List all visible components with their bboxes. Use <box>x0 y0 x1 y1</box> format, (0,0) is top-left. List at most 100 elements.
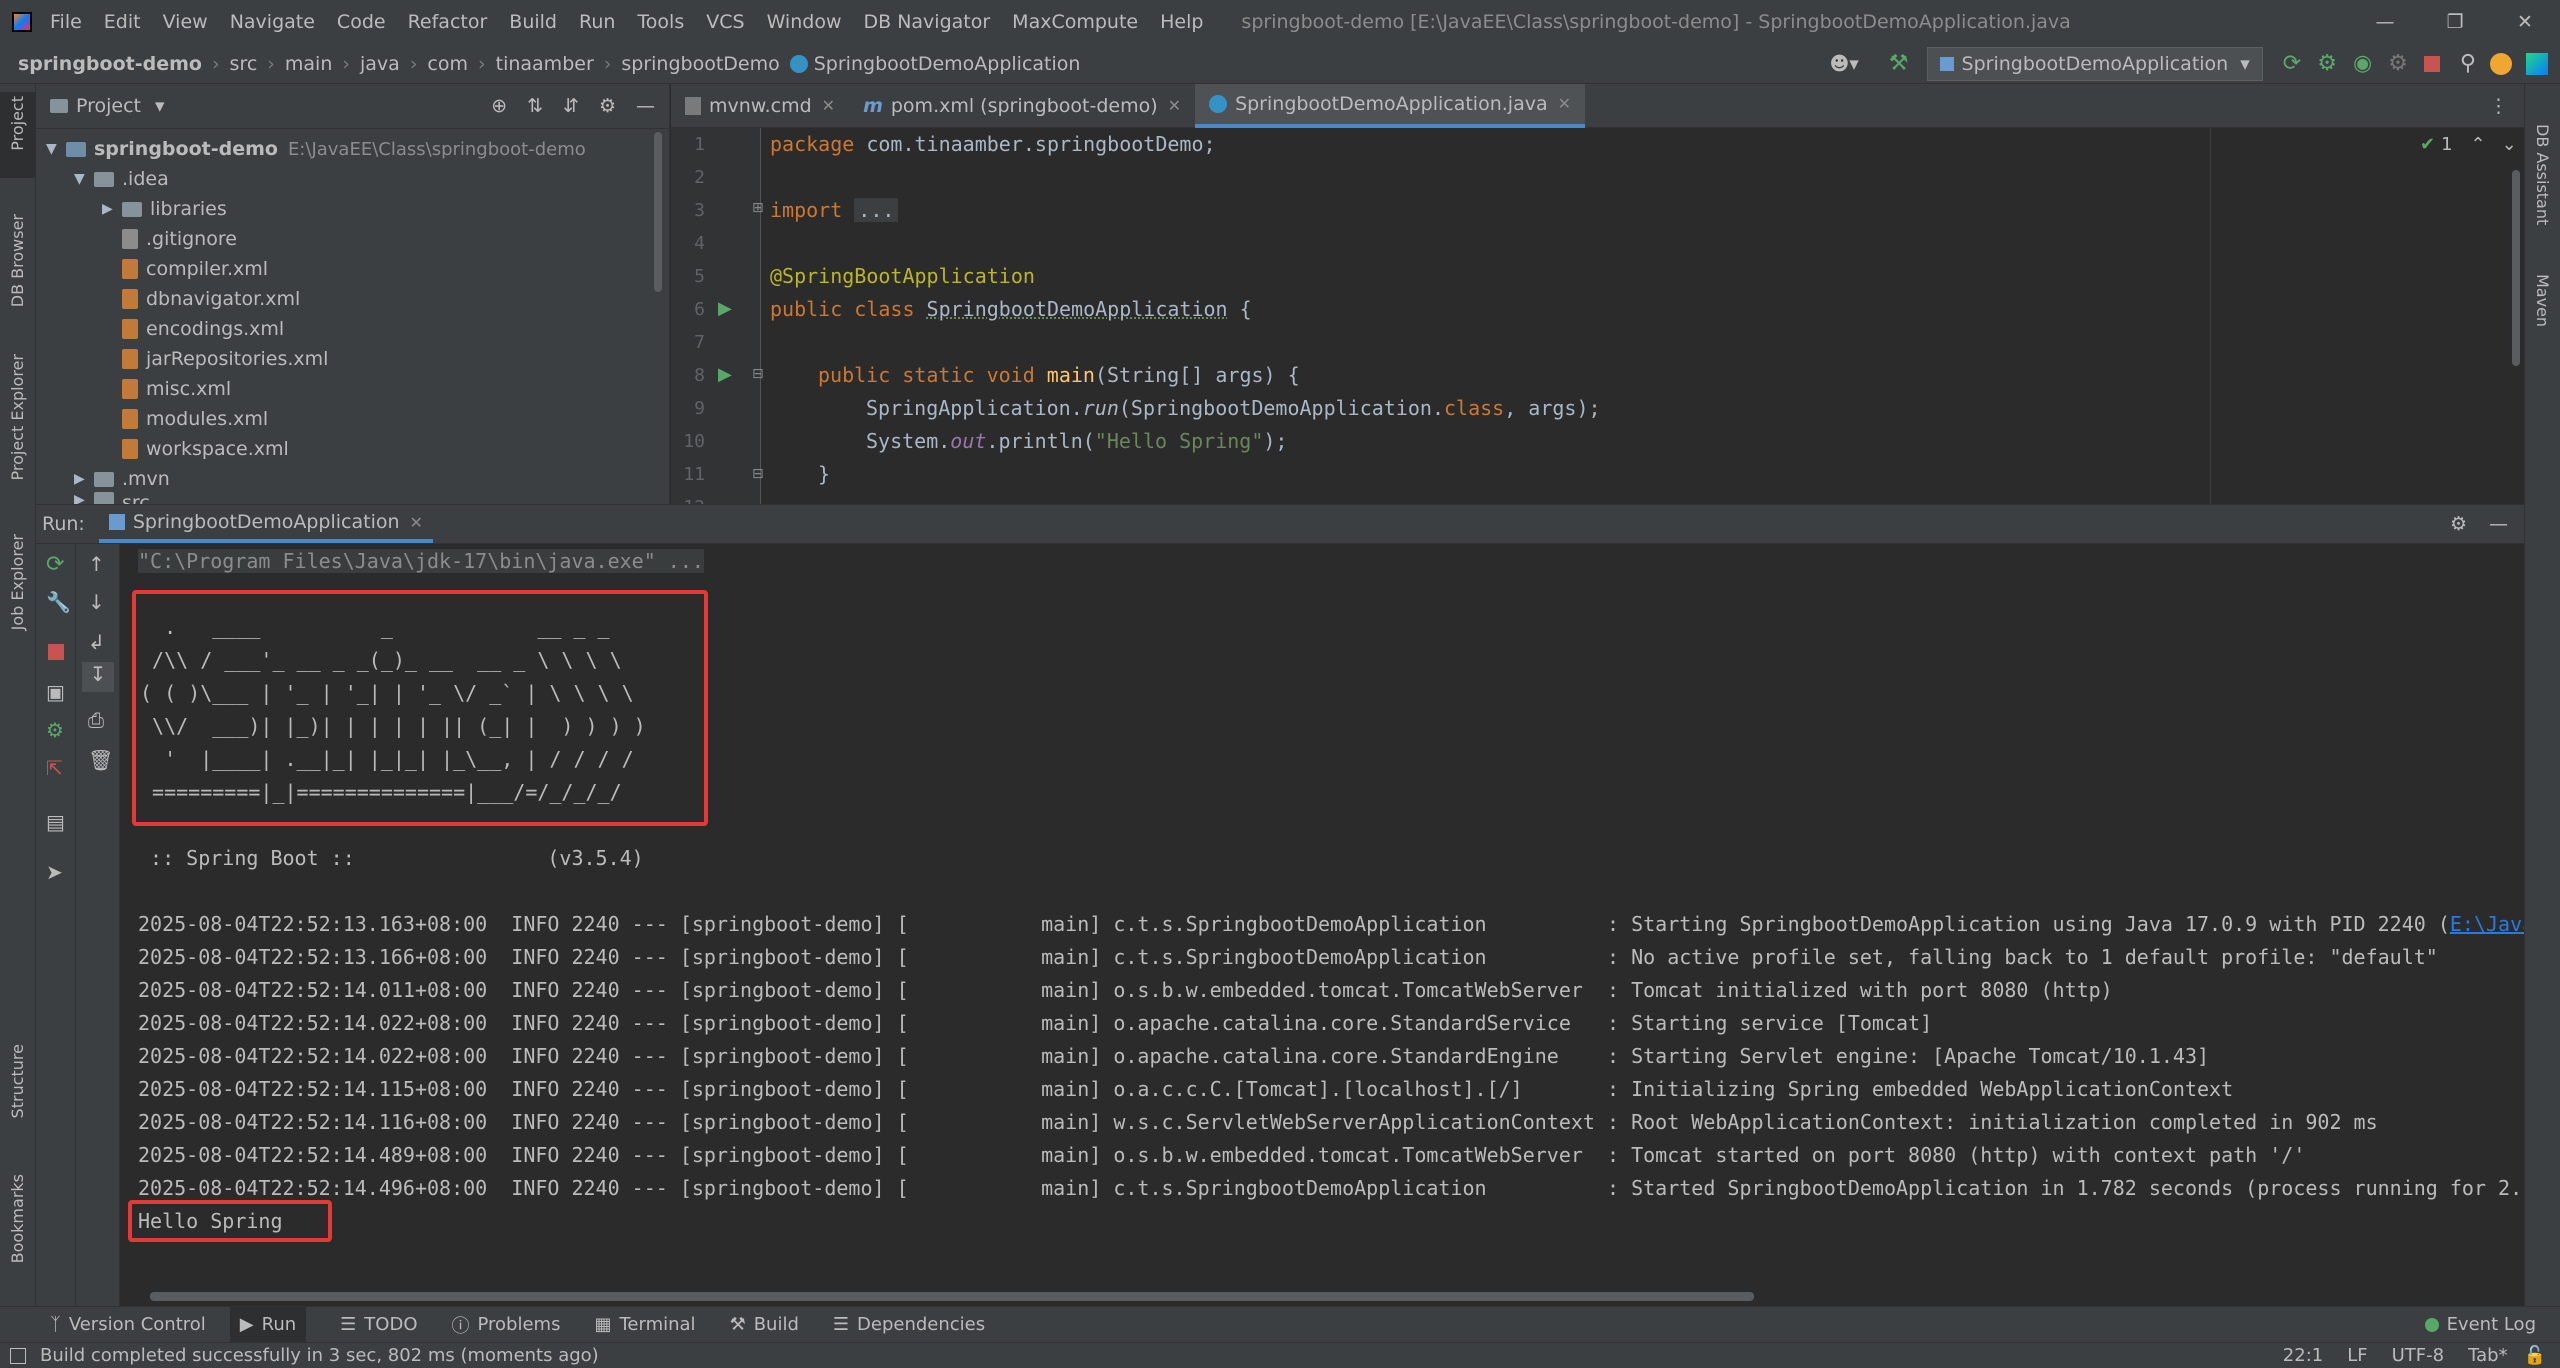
line-separator[interactable]: LF <box>2347 1345 2367 1366</box>
menu-maxcompute[interactable]: MaxCompute <box>1012 11 1138 33</box>
close-icon[interactable]: ✕ <box>1558 94 1571 113</box>
plugin-icon[interactable] <box>2526 52 2548 75</box>
breadcrumb-java[interactable]: java <box>360 53 400 75</box>
gear-icon[interactable]: ⚙ <box>2450 513 2467 535</box>
menu-tools[interactable]: Tools <box>637 11 684 33</box>
debug-icon[interactable]: ⚙ <box>2317 51 2337 76</box>
tool-window-project-explorer[interactable]: Project Explorer <box>8 354 27 480</box>
tool-event-log[interactable]: Event Log <box>2424 1314 2536 1335</box>
breadcrumb-class[interactable]: SpringbootDemoApplication <box>814 53 1081 75</box>
chevron-down-icon[interactable]: ▼ <box>46 141 66 157</box>
tool-dependencies[interactable]: ☰ Dependencies <box>833 1314 985 1335</box>
breadcrumb-springbootdemo[interactable]: springbootDemo <box>621 53 779 75</box>
lock-icon[interactable]: 🔓 <box>2524 1345 2546 1366</box>
menu-db-navigator[interactable]: DB Navigator <box>863 11 990 33</box>
menu-navigate[interactable]: Navigate <box>230 11 315 33</box>
tree-root[interactable]: ▼ springboot-demo E:\JavaEE\Class\spring… <box>46 134 586 164</box>
indent-setting[interactable]: Tab* <box>2468 1345 2507 1366</box>
caret-position[interactable]: 22:1 <box>2283 1345 2323 1366</box>
tab-springbootdemoapplication[interactable]: SpringbootDemoApplication.java ✕ <box>1195 83 1586 128</box>
run-gutter-icon[interactable]: ▶ <box>718 364 732 385</box>
wrench-icon[interactable]: 🔧 <box>46 590 71 614</box>
console-horizontal-scrollbar[interactable] <box>150 1292 1754 1301</box>
camera-icon[interactable]: ▣ <box>46 680 66 704</box>
tool-window-db-browser[interactable]: DB Browser <box>8 214 27 307</box>
arrow-down-icon[interactable]: ↓ <box>88 590 108 614</box>
collapse-all-icon[interactable]: ⇵ <box>563 95 579 117</box>
tool-problems[interactable]: ⓘ Problems <box>452 1312 561 1338</box>
menu-view[interactable]: View <box>163 11 208 33</box>
hammer-build-icon[interactable]: ⚒ <box>1889 51 1909 76</box>
menu-file[interactable]: File <box>50 11 82 33</box>
chevron-up-icon[interactable]: ⌃ <box>2471 134 2486 155</box>
tree-item-mvn[interactable]: ▶ .mvn <box>74 464 170 494</box>
tree-item-libraries[interactable]: ▶ libraries <box>102 194 227 224</box>
tool-window-bookmarks[interactable]: Bookmarks <box>8 1174 27 1263</box>
profile-icon[interactable]: ⚙ <box>2388 51 2408 76</box>
chevron-right-icon[interactable]: ▶ <box>74 492 94 504</box>
tool-window-maven[interactable]: Maven <box>2533 274 2552 327</box>
hide-icon[interactable]: — <box>636 95 655 117</box>
run-tab[interactable]: SpringbootDemoApplication ✕ <box>98 505 433 543</box>
stop-icon[interactable] <box>48 644 64 660</box>
update-icon[interactable] <box>2490 52 2512 75</box>
chevron-right-icon[interactable]: ▶ <box>74 471 94 487</box>
pin-icon[interactable]: ➤ <box>46 860 66 884</box>
layout-icon[interactable]: ▤ <box>46 810 66 834</box>
tab-mvnw-cmd[interactable]: mvnw.cmd ✕ <box>671 84 849 128</box>
coverage-icon[interactable]: ◉ <box>2353 51 2372 76</box>
search-icon[interactable]: ⚲ <box>2460 51 2476 76</box>
tool-window-structure[interactable]: Structure <box>8 1044 27 1118</box>
tree-item-idea[interactable]: ▼ .idea <box>74 164 169 194</box>
more-tabs-icon[interactable]: ⋮ <box>2489 95 2508 117</box>
menu-edit[interactable]: Edit <box>104 11 141 33</box>
maximize-icon[interactable]: ❐ <box>2420 11 2490 33</box>
run-configuration-select[interactable]: SpringbootDemoApplication ▾ <box>1926 46 2263 81</box>
minimize-icon[interactable]: — <box>2350 11 2420 33</box>
fold-icon[interactable]: ⊞ <box>752 200 764 216</box>
tool-build[interactable]: ⚒ Build <box>730 1314 799 1335</box>
intellij-logo-icon[interactable] <box>12 12 32 32</box>
log-file-link[interactable]: E:\Java <box>2450 912 2534 936</box>
breadcrumb-com[interactable]: com <box>427 53 468 75</box>
run-gutter-icon[interactable]: ▶ <box>718 298 732 319</box>
folded-imports[interactable]: ... <box>854 198 899 222</box>
tool-window-job-explorer[interactable]: Job Explorer <box>8 534 27 630</box>
tree-item-compiler-xml[interactable]: compiler.xml <box>122 254 268 284</box>
menu-build[interactable]: Build <box>509 11 557 33</box>
inspection-widget[interactable]: ✔ 1 ⌃ ⌄ <box>2420 134 2517 155</box>
tree-item-jarrepositories-xml[interactable]: jarRepositories.xml <box>122 344 328 374</box>
tool-version-control[interactable]: ᛉ Version Control <box>50 1314 206 1335</box>
menu-code[interactable]: Code <box>337 11 386 33</box>
close-icon[interactable]: ✕ <box>2490 11 2560 33</box>
file-encoding[interactable]: UTF-8 <box>2392 1345 2444 1366</box>
tree-item-misc-xml[interactable]: misc.xml <box>122 374 231 404</box>
chevron-down-icon[interactable]: ⌄ <box>2502 134 2517 155</box>
editor-scrollbar[interactable] <box>2512 170 2520 366</box>
menu-window[interactable]: Window <box>767 11 842 33</box>
gear-icon[interactable]: ⚙ <box>599 95 616 117</box>
print-icon[interactable]: ⎙ <box>88 708 108 732</box>
breadcrumb-tinaamber[interactable]: tinaamber <box>496 53 594 75</box>
tool-run[interactable]: ▶ Run <box>229 1306 307 1343</box>
status-message[interactable]: Build completed successfully in 3 sec, 8… <box>40 1345 599 1366</box>
menu-refactor[interactable]: Refactor <box>408 11 488 33</box>
tree-item-gitignore[interactable]: .gitignore <box>122 224 237 254</box>
trash-icon[interactable]: 🗑 <box>88 748 113 772</box>
chevron-down-icon[interactable]: ▼ <box>74 171 94 187</box>
fold-icon[interactable]: ⊟ <box>752 466 764 482</box>
tree-item-workspace-xml[interactable]: workspace.xml <box>122 434 289 464</box>
menu-vcs[interactable]: VCS <box>706 11 744 33</box>
tool-window-db-assistant[interactable]: DB Assistant <box>2533 124 2552 225</box>
tree-item-dbnavigator-xml[interactable]: dbnavigator.xml <box>122 284 300 314</box>
project-view-label[interactable]: Project <box>76 95 141 117</box>
close-icon[interactable]: ✕ <box>1168 96 1181 115</box>
user-icon[interactable]: ☻▾ <box>1829 53 1858 75</box>
expand-all-icon[interactable]: ⇅ <box>527 95 543 117</box>
locate-icon[interactable]: ⊕ <box>491 95 507 117</box>
close-icon[interactable]: ✕ <box>822 96 835 115</box>
breadcrumb-main[interactable]: main <box>285 53 332 75</box>
tool-window-project[interactable]: Project <box>8 96 27 151</box>
close-icon[interactable]: ✕ <box>410 513 423 532</box>
chevron-right-icon[interactable]: ▶ <box>102 201 122 217</box>
